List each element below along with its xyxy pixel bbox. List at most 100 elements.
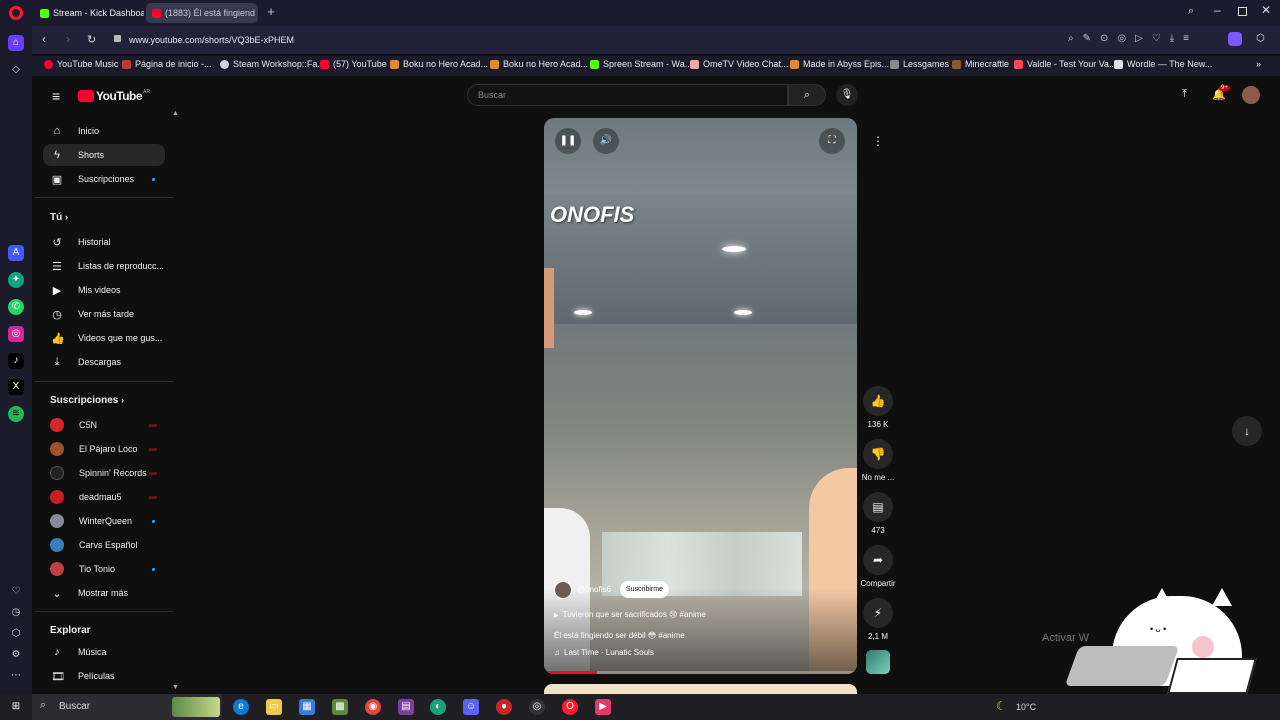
more-options-icon[interactable]: ⋮ (872, 134, 884, 148)
nav-section-suscripciones[interactable]: Suscripciones › (50, 395, 124, 406)
sidebar-scroll-down-icon[interactable]: ▼ (172, 684, 179, 691)
new-tab-button[interactable]: + (264, 5, 278, 19)
maximize-button[interactable] (1238, 7, 1247, 16)
subscribe-button[interactable]: Suscribirme (620, 581, 669, 598)
media-player-icon[interactable]: ▶ (595, 699, 611, 715)
bookmark-spreen[interactable]: Spreen Stream - Wa... (590, 59, 692, 69)
nav-item-suscripciones[interactable]: ▣ Suscripciones (43, 168, 165, 190)
bookmark-youtube[interactable]: (57) YouTube (320, 59, 387, 69)
app-red-icon[interactable]: ● (496, 699, 512, 715)
favorites-heart-icon[interactable]: ♡ (8, 584, 24, 600)
dislike-button[interactable]: 👎 No me ... (860, 439, 896, 482)
bookmark-youtube-music[interactable]: YouTube Music (44, 59, 118, 69)
voice-search-button[interactable]: 🎙 (836, 84, 858, 106)
app-icon[interactable]: ◐ (430, 699, 446, 715)
spotify-icon[interactable]: ≋ (8, 406, 24, 422)
upload-icon[interactable]: ⤒ (1182, 88, 1187, 101)
bookmarks-more-icon[interactable]: » (1256, 59, 1261, 69)
nav-item-historial[interactable]: ↺ Historial (43, 231, 165, 253)
search-tabs-icon[interactable]: ⌕ (1188, 5, 1194, 18)
sub-channel-deadmau5[interactable]: deadmau5 (43, 486, 165, 508)
edge-icon[interactable]: e (233, 699, 249, 715)
share-button[interactable]: ➦ Compartir (860, 545, 896, 588)
bookmark-made-in-abyss[interactable]: Made in Abyss Epis... (790, 59, 889, 69)
bookmark-steam[interactable]: Steam Workshop::Fa... (220, 59, 325, 69)
extensions-icon[interactable]: ⬡ (1256, 33, 1265, 44)
comments-button[interactable]: ▤ 473 (860, 492, 896, 535)
volume-button[interactable]: 🔊 (593, 128, 619, 154)
home-icon[interactable]: ⌂ (8, 35, 24, 51)
aria-icon[interactable]: A (8, 245, 24, 261)
next-short-button[interactable]: ↓ (1232, 416, 1262, 446)
search-button[interactable]: ⌕ (788, 84, 826, 106)
back-arrow-icon[interactable]: ‹ (42, 32, 46, 46)
chrome-icon[interactable]: ◉ (365, 699, 381, 715)
obs-icon[interactable]: ◎ (529, 699, 545, 715)
avatar[interactable] (1242, 86, 1260, 104)
nav-item-ver-mas-tarde[interactable]: ◷ Ver más tarde (43, 303, 165, 325)
channel-avatar[interactable] (554, 581, 572, 599)
browser-tab-kick[interactable]: Stream - Kick Dashboard (34, 3, 144, 23)
reload-icon[interactable]: ↻ (87, 33, 96, 46)
taskbar-search[interactable]: ⌕ Buscar (32, 694, 222, 720)
bookmark-bnha-1[interactable]: Boku no Hero Acad... (390, 59, 488, 69)
more-dots-icon[interactable]: ⋯ (8, 668, 24, 684)
nav-item-peliculas[interactable]: 🎞 Películas (43, 665, 165, 687)
bookmark-ometv[interactable]: OmeTV Video Chat... (690, 59, 788, 69)
bookmark-lessgames[interactable]: Lessgames (890, 59, 949, 69)
show-more-button[interactable]: ⌄ Mostrar más (43, 582, 165, 604)
short-song[interactable]: ♫ Last Time · Lunatic Souls (554, 648, 654, 657)
opera-logo-icon[interactable] (9, 6, 23, 20)
file-explorer-icon[interactable]: ▭ (266, 699, 282, 715)
pinboards-icon[interactable]: ◇ (8, 62, 24, 78)
close-window-button[interactable]: ✕ (1261, 3, 1271, 17)
nav-item-videos-gustados[interactable]: 👍 Videos que me gus... (43, 327, 165, 349)
search-input[interactable]: Buscar (467, 84, 788, 106)
sub-channel-spinnin-records[interactable]: Spinnin' Records (43, 462, 165, 484)
profile-icon[interactable] (1228, 32, 1242, 46)
minimize-button[interactable]: – (1214, 3, 1221, 17)
winrar-icon[interactable]: ▤ (398, 699, 414, 715)
channel-handle[interactable]: @onofis6 (577, 585, 611, 594)
nav-item-descargas[interactable]: ⤓ Descargas (43, 351, 165, 373)
video-progress-bar[interactable] (544, 671, 857, 674)
instagram-icon[interactable]: ◎ (8, 326, 24, 342)
like-button[interactable]: 👍 136 K (860, 386, 896, 429)
sidebar-scroll-up-icon[interactable]: ▲ (172, 110, 179, 117)
bookmark-wordle[interactable]: Wordle — The New... (1114, 59, 1212, 69)
forward-arrow-icon[interactable]: › (66, 32, 70, 46)
browser-tab-youtube-active[interactable]: (1883) Él está fingiend (146, 3, 258, 23)
chatgpt-icon[interactable]: ✦ (8, 272, 24, 288)
settings-gear-icon[interactable]: ⚙ (8, 647, 24, 663)
history-clock-icon[interactable]: ◷ (8, 605, 24, 621)
extensions-cube-icon[interactable]: ⬡ (8, 626, 24, 642)
bookmark-inicio[interactable]: Página de inicio -... (122, 59, 212, 69)
url-field[interactable]: www.youtube.com/shorts/VQ3bE-xPHEM (129, 35, 294, 45)
bookmark-minecraftle[interactable]: Minecraftle (952, 59, 1009, 69)
sub-channel-winterqueen[interactable]: WinterQueen (43, 510, 165, 532)
sub-channel-c5n[interactable]: C5N (43, 414, 165, 436)
nav-item-shorts[interactable]: ϟ Shorts (43, 144, 165, 166)
x-twitter-icon[interactable]: X (8, 379, 24, 395)
related-hashtag-line[interactable]: ▶ Tuvieron que ser sacrificados 😢 #anime (554, 610, 706, 619)
whatsapp-icon[interactable]: ✆ (8, 299, 24, 315)
sub-channel-carvs-espanol[interactable]: Carvs Español (43, 534, 165, 556)
shorts-video-player[interactable]: ONOFIS ❚❚ 🔊 ⛶ @onofis6 Suscribirme ▶ Tuvi… (544, 118, 857, 674)
nav-section-tu[interactable]: Tú › (50, 212, 68, 223)
fullscreen-button[interactable]: ⛶ (819, 128, 845, 154)
nav-item-listas[interactable]: ☰ Listas de reproducc... (43, 255, 165, 277)
bookmark-valdle[interactable]: Valdle - Test Your Va... (1014, 59, 1117, 69)
bookmark-bnha-2[interactable]: Boku no Hero Acad... (490, 59, 588, 69)
tiktok-icon[interactable]: ♪ (8, 353, 24, 369)
windows-start-icon[interactable]: ⊞ (8, 699, 24, 715)
sub-channel-tio-tonio[interactable]: Tio Tonio (43, 558, 165, 580)
hamburger-menu-icon[interactable]: ≡ (52, 88, 60, 104)
nav-item-musica[interactable]: ♪ Música (43, 641, 165, 663)
remix-button[interactable]: ⚡ 2,1 M (860, 598, 896, 641)
discord-icon[interactable]: ☺ (463, 699, 479, 715)
sound-thumbnail[interactable] (866, 650, 890, 674)
opera-taskbar-icon[interactable]: O (562, 699, 578, 715)
sub-channel-el-pajaro-loco[interactable]: El Pájaro Loco (43, 438, 165, 460)
youtube-logo[interactable]: YouTube AR (78, 89, 150, 103)
nav-item-inicio[interactable]: ⌂ Inicio (43, 120, 165, 142)
